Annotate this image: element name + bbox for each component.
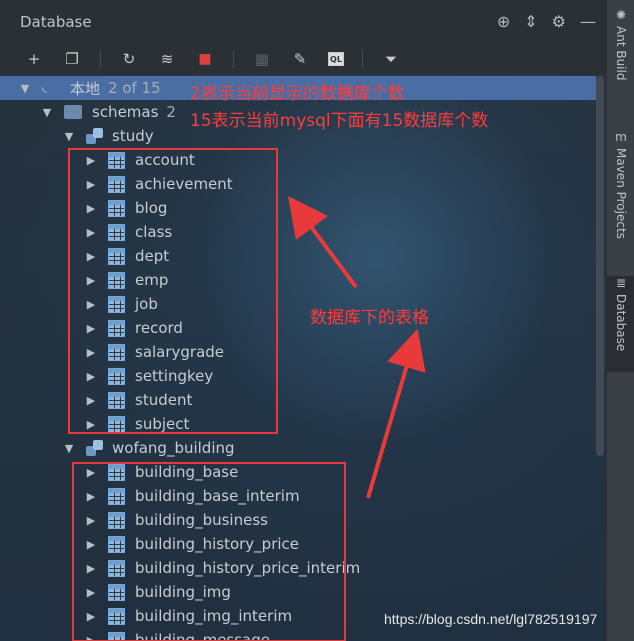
toolbar: + ❐ ↻ ≋ ■ ▦ ✎ QL ⏷ [0, 44, 606, 74]
watermark: https://blog.csdn.net/lgl782519197 [384, 611, 598, 627]
schema-label: study [112, 127, 154, 145]
panel-header: Database ⊕ ⇕ ⚙ — [0, 0, 606, 44]
annotation-total-count: 15表示当前mysql下面有15数据库个数 [190, 111, 489, 131]
sidebar-tab-label: Ant Build [614, 26, 628, 81]
console-icon[interactable]: QL [328, 52, 344, 66]
sidebar-tab-database[interactable]: ≣ Database [607, 276, 634, 372]
schemas-count: 2 [166, 103, 176, 121]
root-count: 2 of 15 [108, 79, 161, 97]
title-tools: ⊕ ⇕ ⚙ — [497, 12, 596, 32]
globe-icon[interactable]: ⊕ [497, 12, 510, 32]
mysql-icon: ◟ [42, 80, 48, 95]
schema-icon [86, 128, 104, 144]
gear-icon[interactable]: ⚙ [552, 12, 566, 32]
toolbar-separator [100, 50, 101, 68]
expand-arrow-icon[interactable]: ▼ [62, 130, 76, 143]
sidebar-tab-label: Database [614, 294, 628, 352]
refresh-icon[interactable]: ↻ [119, 49, 139, 69]
table-icon[interactable]: ▦ [252, 49, 272, 69]
root-label: 本地 [70, 79, 101, 98]
collapse-icon[interactable]: ⇕ [524, 12, 537, 32]
tree-schema-wofang[interactable]: ▼ wofang_building [0, 436, 596, 460]
expand-arrow-icon[interactable]: ▼ [18, 82, 32, 95]
study-tables-highlight [68, 148, 278, 434]
panel-title: Database [20, 13, 92, 31]
right-tool-strip: ✺ Ant Build m Maven Projects ≣ Database [606, 0, 634, 641]
schema-icon [86, 440, 104, 456]
database-panel: Database ⊕ ⇕ ⚙ — + ❐ ↻ ≋ ■ ▦ ✎ QL ⏷ ▼ ◟ … [0, 0, 606, 641]
folder-icon [64, 105, 82, 119]
sidebar-tab-ant-build[interactable]: ✺ Ant Build [607, 8, 634, 80]
stop-icon[interactable]: ■ [195, 49, 215, 69]
database-icon: ≣ [615, 276, 627, 290]
edit-schema-icon[interactable]: ≋ [157, 49, 177, 69]
ant-icon: ✺ [615, 8, 627, 22]
add-icon[interactable]: + [24, 49, 44, 69]
annotation-current-count: 2表示当前显示的数据库个数 [190, 84, 405, 104]
wofang-tables-highlight [72, 462, 346, 641]
filter-icon[interactable]: ⏷ [381, 49, 401, 69]
sidebar-tab-label: Maven Projects [614, 148, 628, 239]
tree-scrollbar[interactable] [596, 76, 604, 456]
schemas-label: schemas [92, 103, 159, 121]
expand-arrow-icon[interactable]: ▼ [62, 442, 76, 455]
sidebar-tab-maven[interactable]: m Maven Projects [607, 130, 634, 239]
minimize-icon[interactable]: — [580, 12, 596, 32]
annotation-tables: 数据库下的表格 [310, 308, 429, 328]
toolbar-separator [233, 50, 234, 68]
toolbar-separator [362, 50, 363, 68]
expand-arrow-icon[interactable]: ▼ [40, 106, 54, 119]
copy-icon[interactable]: ❐ [62, 49, 82, 69]
pencil-icon[interactable]: ✎ [290, 49, 310, 69]
schema-label: wofang_building [112, 439, 235, 457]
maven-icon: m [615, 130, 627, 144]
